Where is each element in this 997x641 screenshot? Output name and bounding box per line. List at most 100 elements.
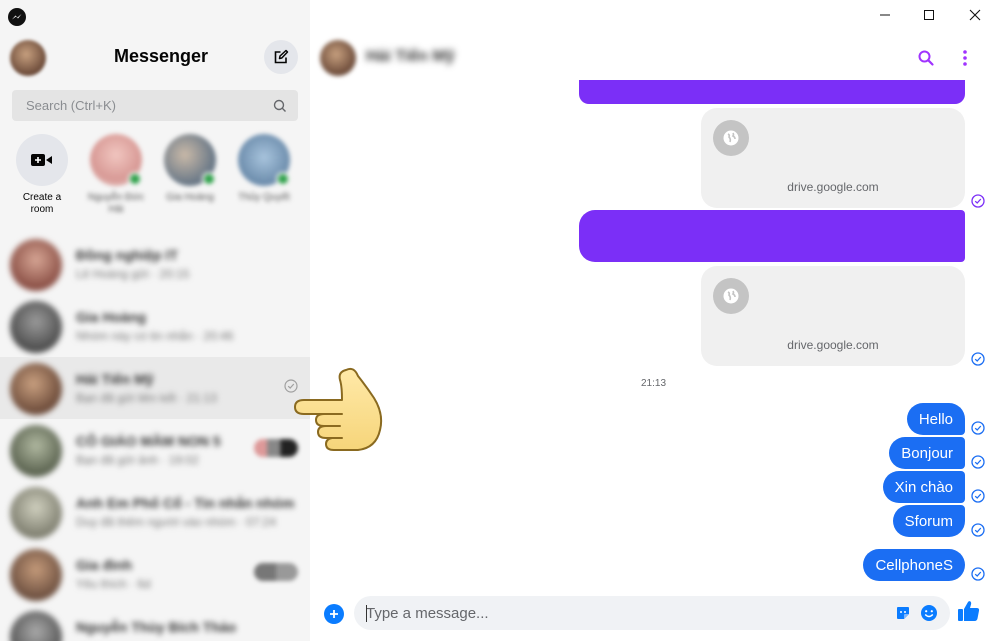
- create-room-circle: [16, 134, 68, 186]
- story-label: Create a room: [22, 192, 62, 215]
- conversation-preview: Yêu thích · 6d: [76, 577, 151, 591]
- search-icon[interactable]: [272, 98, 288, 114]
- seen-check-icon: [971, 455, 985, 469]
- message-bubble[interactable]: Sforum: [892, 505, 965, 537]
- story-avatar: [90, 134, 142, 186]
- maximize-button[interactable]: [918, 6, 940, 24]
- sent-check-icon: [284, 379, 298, 393]
- conversation-preview: Bạn đã gửi liên kết · 21:13: [76, 391, 217, 405]
- seen-check-icon: [971, 352, 985, 366]
- conversation-avatar: [10, 549, 62, 601]
- message-input-wrapper: [354, 596, 950, 630]
- conversation-name: Gia Hoàng: [76, 309, 147, 325]
- conversation-item[interactable]: CÔ GIÁO MẦM NON 5 Bạn đã gửi ảnh · 19:02: [0, 419, 310, 481]
- messenger-logo-icon: [8, 8, 26, 26]
- link-domain: drive.google.com: [787, 338, 879, 352]
- close-icon: [969, 9, 981, 21]
- text-cursor: [366, 605, 367, 622]
- story-label: Gia Hoàng: [166, 192, 214, 203]
- conversation-item[interactable]: Đồng nghiệp IT Lê Hoàng gửi · 20:15: [0, 233, 310, 295]
- conversation-preview: Bạn đã gửi ảnh · 19:02: [76, 453, 199, 467]
- link-preview-card[interactable]: drive.google.com: [701, 108, 965, 208]
- conversation-name: Nguyễn Thùy Bích Thảo: [76, 619, 237, 635]
- online-indicator: [128, 172, 142, 186]
- message-bubble[interactable]: Bonjour: [889, 437, 965, 469]
- conversation-name: Hải Tiến Mỹ: [76, 371, 154, 387]
- minimize-button[interactable]: [874, 6, 896, 24]
- close-button[interactable]: [964, 6, 986, 24]
- more-actions-button[interactable]: [324, 604, 344, 624]
- link-preview-card[interactable]: drive.google.com: [701, 266, 965, 366]
- search-box: [12, 90, 298, 121]
- globe-icon: [713, 278, 749, 314]
- message-timestamp: 21:13: [640, 378, 667, 389]
- conversation-preview: Lê Hoàng gửi · 20:15: [76, 267, 190, 281]
- seen-check-icon: [971, 194, 985, 208]
- message-composer: [310, 594, 997, 634]
- stories-row: Create a room Nguyễn Đức Hải Gia Hoàng T…: [0, 134, 310, 224]
- online-indicator: [276, 172, 290, 186]
- story-avatar: [238, 134, 290, 186]
- message-input[interactable]: [366, 596, 866, 630]
- thumbs-up-icon: [958, 601, 980, 621]
- message-bubble[interactable]: CellphoneS: [863, 549, 965, 581]
- message-bubble[interactable]: Xin chào: [882, 471, 965, 503]
- minimize-icon: [880, 14, 890, 16]
- chat-contact-name[interactable]: Hải Tiến Mỹ: [366, 48, 455, 66]
- seen-check-icon: [971, 489, 985, 503]
- send-like-button[interactable]: [954, 596, 984, 626]
- chat-contact-avatar[interactable]: [320, 40, 356, 76]
- conversation-item[interactable]: Anh Em Phố Cổ - Tin nhắn nhóm Duy đã thê…: [0, 481, 310, 543]
- story-item[interactable]: Thủy Quyết: [234, 134, 294, 204]
- seen-check-icon: [971, 523, 985, 537]
- story-label: Thủy Quyết: [238, 192, 290, 203]
- more-vertical-icon: [963, 50, 967, 66]
- search-conversation-button[interactable]: [914, 46, 938, 70]
- conversation-item[interactable]: Gia Hoàng Nhóm này có tin nhắn · 20:46: [0, 295, 310, 357]
- conversation-name: Đồng nghiệp IT: [76, 247, 178, 263]
- conversation-name: CÔ GIÁO MẦM NON 5: [76, 433, 221, 449]
- video-camera-icon: [31, 154, 52, 166]
- seen-avatars: [254, 439, 298, 457]
- conversation-avatar: [10, 487, 62, 539]
- message-bubble-purple[interactable]: [579, 210, 965, 262]
- plus-icon: [330, 610, 338, 618]
- sidebar: Messenger Create: [0, 0, 310, 641]
- link-domain: drive.google.com: [787, 180, 879, 194]
- story-label: Nguyễn Đức Hải: [87, 192, 145, 215]
- seen-check-icon: [971, 567, 985, 581]
- story-item[interactable]: Nguyễn Đức Hải: [86, 134, 146, 216]
- story-item[interactable]: Gia Hoàng: [160, 134, 220, 204]
- emoji-icon: [921, 605, 937, 621]
- sticker-button[interactable]: [894, 604, 912, 622]
- conversation-name: Anh Em Phố Cổ - Tin nhắn nhóm: [76, 495, 295, 511]
- compose-icon: [274, 49, 289, 64]
- messenger-window: Messenger Create: [0, 0, 997, 641]
- new-message-button[interactable]: [264, 40, 298, 74]
- conversation-avatar: [10, 239, 62, 291]
- chat-panel: Hải Tiến Mỹ drive.google.com drive.googl…: [310, 0, 997, 641]
- seen-avatars: [254, 563, 298, 581]
- message-bubble-purple[interactable]: [579, 80, 965, 104]
- conversation-name: Gia đình: [76, 557, 132, 573]
- conversation-avatar: [10, 301, 62, 353]
- maximize-icon: [924, 10, 934, 20]
- message-bubble[interactable]: Hello: [906, 403, 965, 435]
- conversation-item[interactable]: Nguyễn Thùy Bích Thảo: [0, 605, 310, 641]
- conversation-item[interactable]: Gia đình Yêu thích · 6d: [0, 543, 310, 605]
- conversation-avatar: [10, 363, 62, 415]
- more-options-button[interactable]: [953, 46, 977, 70]
- search-icon: [918, 50, 934, 66]
- conversation-preview: Duy đã thêm người vào nhóm · 07:24: [76, 515, 277, 529]
- story-avatar: [164, 134, 216, 186]
- online-indicator: [202, 172, 216, 186]
- seen-check-icon: [971, 421, 985, 435]
- conversation-list: Đồng nghiệp IT Lê Hoàng gửi · 20:15 Gia …: [0, 233, 310, 641]
- conversation-item-selected[interactable]: Hải Tiến Mỹ Bạn đã gửi liên kết · 21:13: [0, 357, 310, 419]
- search-input[interactable]: [26, 98, 272, 113]
- globe-icon: [713, 120, 749, 156]
- conversation-avatar: [10, 425, 62, 477]
- sticker-icon: [897, 607, 909, 619]
- emoji-button[interactable]: [920, 604, 938, 622]
- create-room-button[interactable]: Create a room: [12, 134, 72, 216]
